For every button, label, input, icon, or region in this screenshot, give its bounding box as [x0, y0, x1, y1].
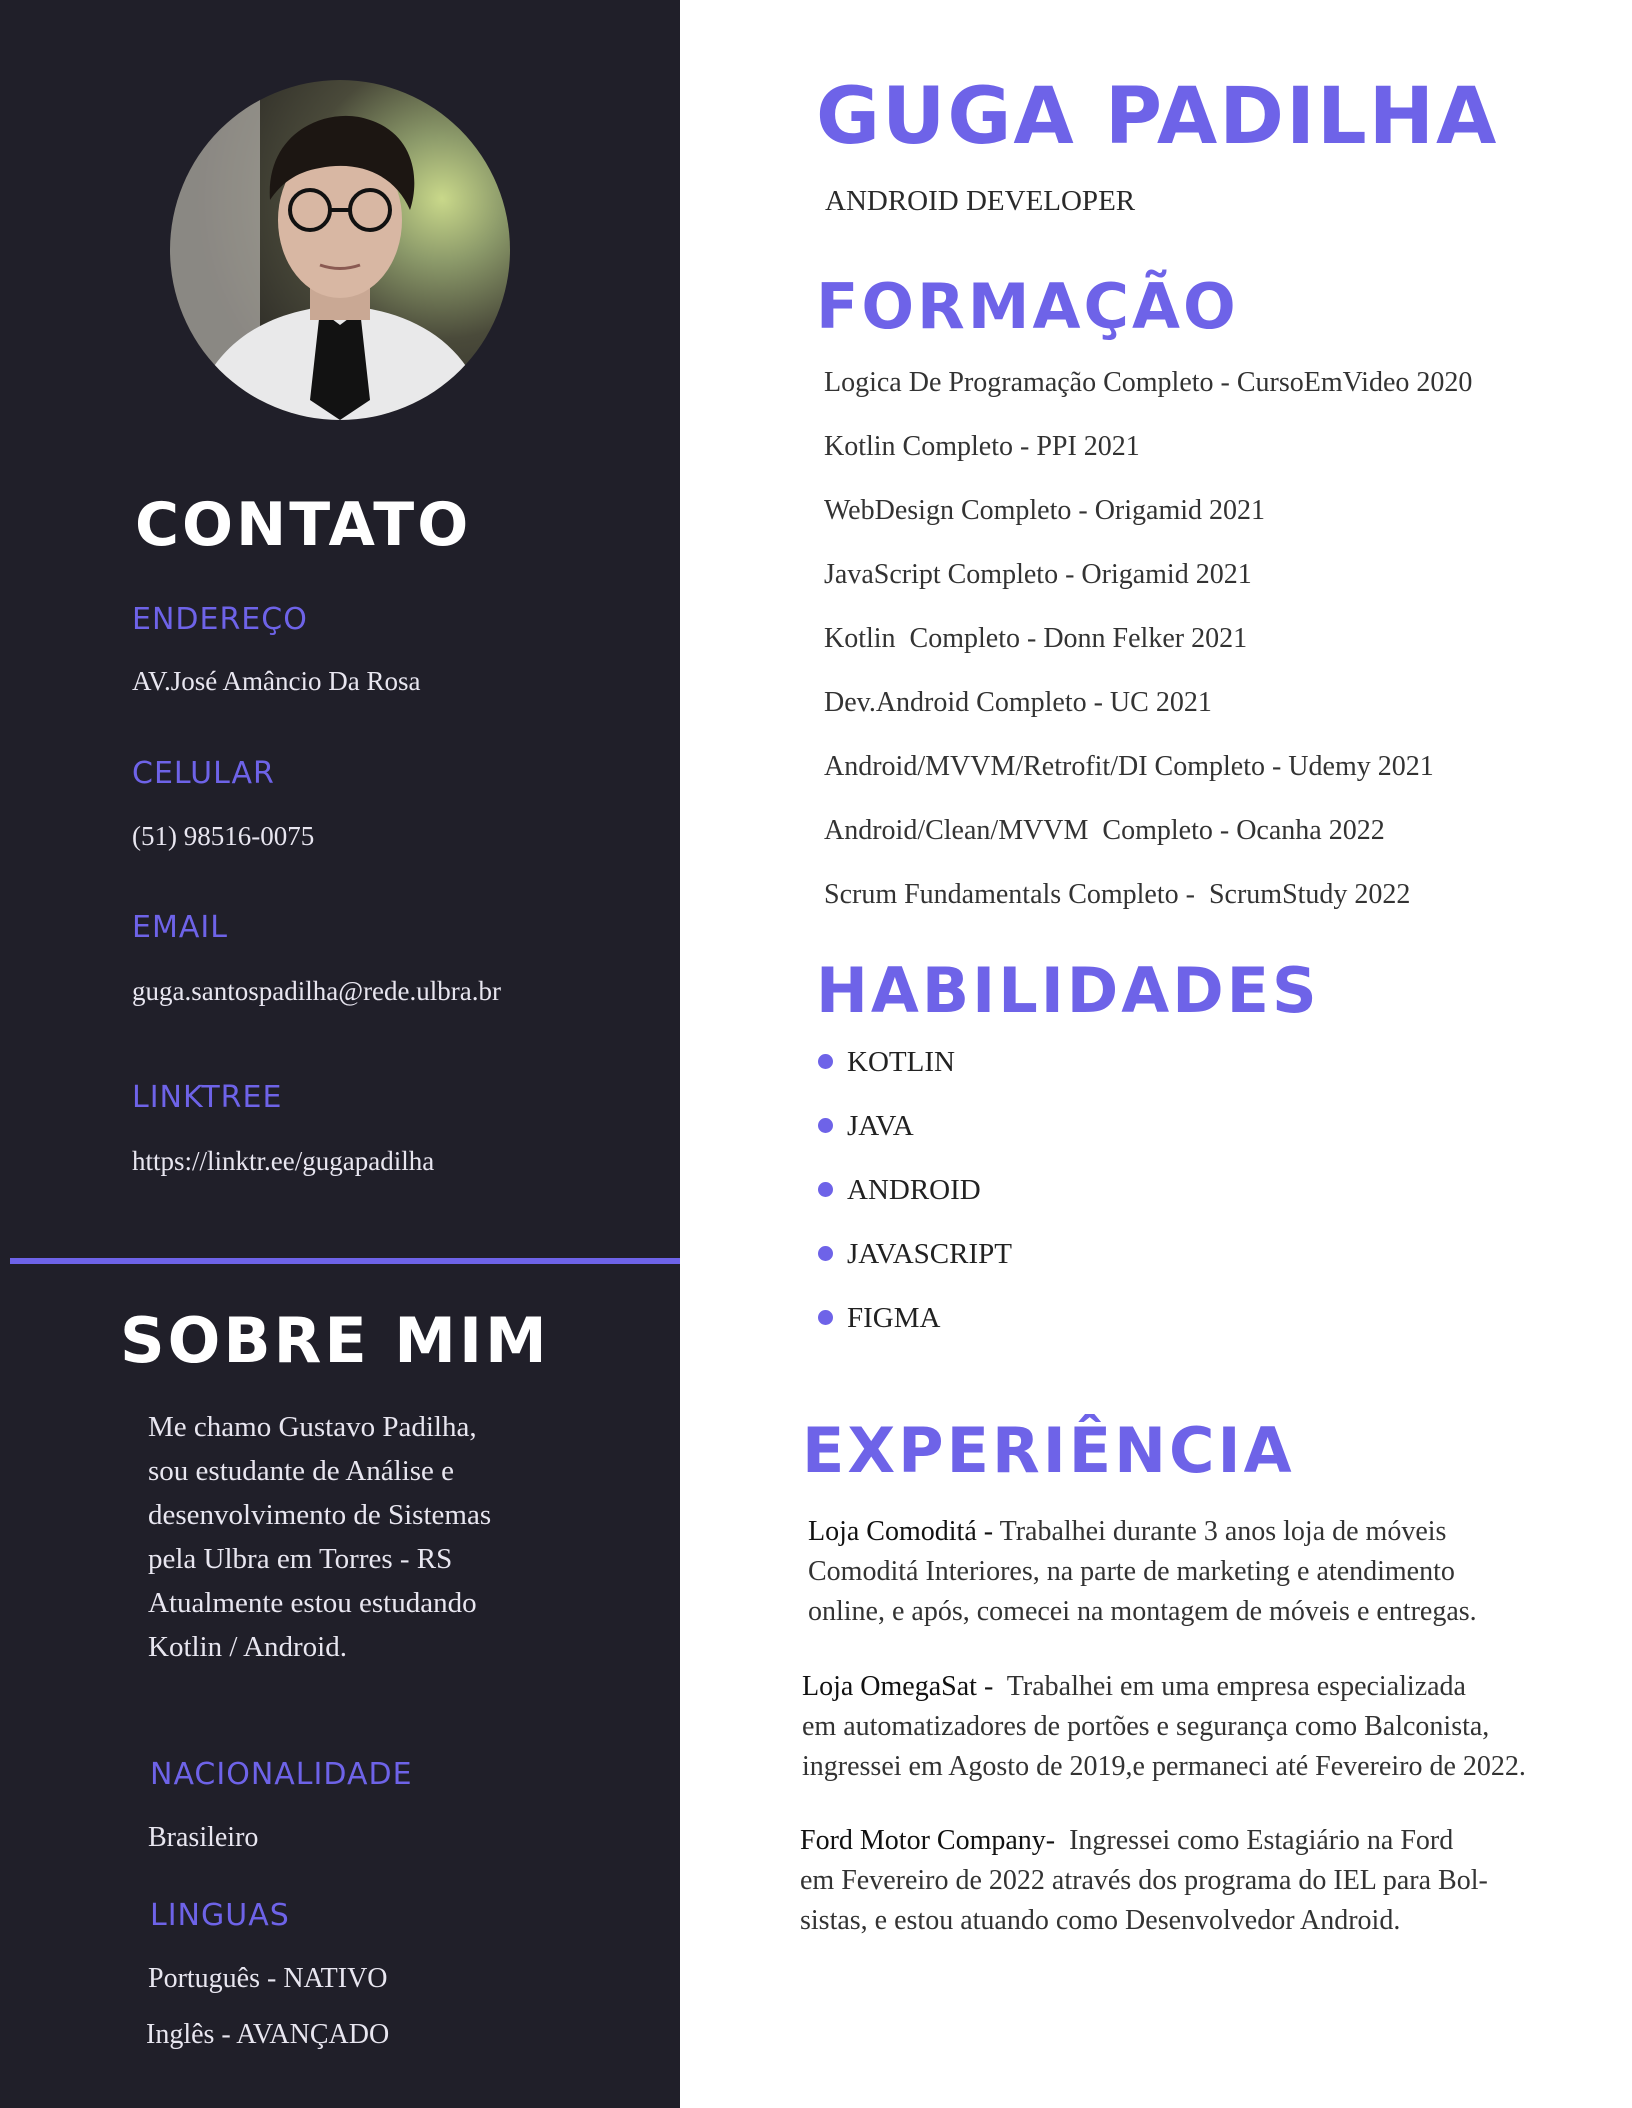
skill-item: JAVA	[818, 1110, 914, 1143]
experience-item: Loja OmegaSat - Trabalhei em uma empresa…	[802, 1667, 1622, 1787]
about-line: Me chamo Gustavo Padilha,	[148, 1411, 477, 1443]
experience-text: ingressei em Agosto de 2019,e permaneci …	[802, 1751, 1526, 1782]
experience-text: em Fevereiro de 2022 através dos program…	[800, 1865, 1488, 1896]
candidate-role: ANDROID DEVELOPER	[825, 185, 1136, 217]
experience-text: Trabalhei em uma empresa especializada	[1006, 1671, 1466, 1702]
nationality-value: Brasileiro	[148, 1822, 259, 1853]
experience-text: Ingressei como Estagiário na Ford	[1069, 1825, 1454, 1856]
experience-text: sistas, e estou atuando como Desenvolved…	[800, 1905, 1401, 1936]
linktree-link[interactable]: https://linktr.ee/gugapadilha	[132, 1146, 434, 1177]
about-text: Me chamo Gustavo Padilha, sou estudante …	[148, 1405, 588, 1669]
experience-company: Loja Comoditá -	[808, 1516, 1000, 1547]
contact-heading: CONTATO	[135, 490, 472, 560]
bullet-icon	[818, 1245, 833, 1261]
linktree-label: LINKTREE	[132, 1080, 283, 1115]
about-line: pela Ulbra em Torres - RS	[148, 1543, 453, 1575]
languages-label: LINGUAS	[150, 1898, 290, 1933]
section-divider	[10, 1258, 680, 1264]
phone-value: (51) 98516-0075	[132, 821, 315, 851]
bullet-icon	[818, 1117, 833, 1133]
nationality-label: NACIONALIDADE	[150, 1757, 413, 1792]
skill-label: JAVA	[847, 1110, 914, 1142]
education-item: Android/Clean/MVVM Completo - Ocanha 202…	[824, 815, 1385, 846]
skill-label: JAVASCRIPT	[847, 1238, 1012, 1270]
candidate-name: GUGA PADILHA	[816, 72, 1499, 162]
education-item: WebDesign Completo - Origamid 2021	[824, 495, 1266, 526]
email-value[interactable]: guga.santospadilha@rede.ulbra.br	[132, 976, 501, 1007]
address-value: AV.José Amâncio Da Rosa	[132, 666, 421, 696]
experience-item: Loja Comoditá - Trabalhei durante 3 anos…	[808, 1512, 1628, 1632]
education-item: Android/MVVM/Retrofit/DI Completo - Udem…	[824, 751, 1434, 782]
education-item: JavaScript Completo - Origamid 2021	[824, 559, 1252, 590]
profile-photo	[170, 80, 510, 420]
about-heading: SOBRE MIM	[120, 1304, 550, 1377]
language-item: Inglês - AVANÇADO	[146, 2019, 390, 2050]
about-line: desenvolvimento de Sistemas	[148, 1499, 492, 1531]
education-item: Kotlin Completo - Donn Felker 2021	[824, 623, 1248, 654]
experience-company: Loja OmegaSat -	[802, 1671, 1007, 1702]
skill-item: ANDROID	[818, 1174, 981, 1207]
skill-item: JAVASCRIPT	[818, 1238, 1012, 1271]
experience-text: em automatizadores de portões e seguranç…	[802, 1711, 1490, 1742]
education-item: Scrum Fundamentals Completo - ScrumStudy…	[824, 879, 1411, 910]
sidebar: CONTATO ENDEREÇO AV.José Amâncio Da Rosa…	[0, 0, 680, 2108]
about-line: Kotlin / Android.	[148, 1631, 347, 1663]
email-label: EMAIL	[132, 910, 228, 945]
experience-text: Trabalhei durante 3 anos loja de móveis	[999, 1516, 1447, 1547]
bullet-icon	[818, 1053, 833, 1069]
experience-heading: EXPERIÊNCIA	[802, 1414, 1295, 1487]
education-heading: FORMAÇÃO	[816, 270, 1239, 343]
skills-heading: HABILIDADES	[816, 954, 1320, 1027]
address-label: ENDEREÇO	[132, 602, 308, 637]
experience-text: online, e após, comecei na montagem de m…	[808, 1596, 1477, 1627]
experience-company: Ford Motor Company-	[800, 1825, 1070, 1856]
bullet-icon	[818, 1309, 833, 1325]
education-item: Logica De Programação Completo - CursoEm…	[824, 367, 1473, 398]
skill-item: KOTLIN	[818, 1046, 955, 1079]
phone-label: CELULAR	[132, 756, 275, 791]
experience-text: Comoditá Interiores, na parte de marketi…	[808, 1556, 1455, 1587]
about-line: Atualmente estou estudando	[148, 1587, 477, 1619]
profile-photo-illustration	[170, 80, 490, 420]
language-item: Português - NATIVO	[148, 1963, 388, 1994]
skill-item: FIGMA	[818, 1302, 940, 1335]
skill-label: ANDROID	[847, 1174, 981, 1206]
about-line: sou estudante de Análise e	[148, 1455, 455, 1487]
experience-item: Ford Motor Company- Ingressei como Estag…	[800, 1821, 1620, 1941]
education-item: Dev.Android Completo - UC 2021	[824, 687, 1212, 718]
skill-label: FIGMA	[847, 1302, 941, 1334]
bullet-icon	[818, 1181, 833, 1197]
skill-label: KOTLIN	[847, 1046, 955, 1078]
education-item: Kotlin Completo - PPI 2021	[824, 431, 1140, 462]
